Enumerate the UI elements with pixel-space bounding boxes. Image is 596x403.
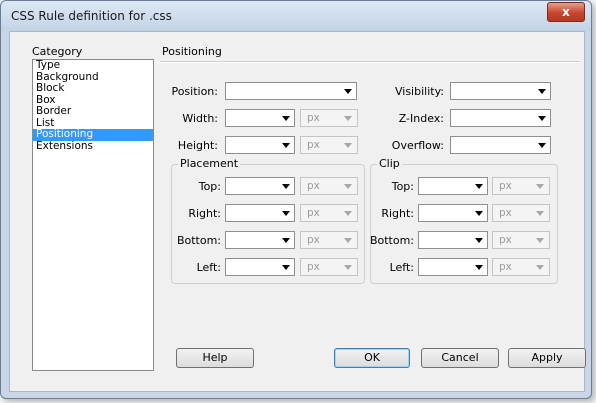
placement-bottom-unit: px (307, 234, 320, 246)
zindex-select[interactable] (450, 109, 551, 127)
width-label: Width: (182, 112, 218, 125)
placement-left-unit: px (307, 261, 320, 273)
placement-left-select[interactable] (225, 258, 295, 276)
category-item-extensions[interactable]: Extensions (33, 140, 153, 153)
clip-right-unit-select[interactable]: px (492, 204, 550, 222)
clip-bottom-unit: px (499, 234, 512, 246)
category-item-positioning[interactable]: Positioning (33, 128, 153, 141)
clip-left-unit: px (499, 261, 512, 273)
placement-bottom-select[interactable] (225, 231, 295, 249)
chevron-down-icon (282, 238, 290, 243)
placement-right-unit: px (307, 207, 320, 219)
chevron-down-icon (538, 143, 546, 148)
chevron-down-icon (344, 116, 352, 121)
chevron-down-icon (475, 211, 483, 216)
chevron-down-icon (282, 211, 290, 216)
chevron-down-icon (344, 89, 352, 94)
position-label: Position: (171, 85, 218, 98)
chevron-down-icon (536, 211, 544, 216)
chevron-down-icon (536, 238, 544, 243)
placement-top-unit: px (307, 180, 320, 192)
placement-top-label: Top: (198, 180, 221, 193)
clip-title: Clip (377, 157, 402, 170)
clip-left-select[interactable] (418, 258, 488, 276)
cancel-button[interactable]: Cancel (421, 348, 499, 368)
clip-right-select[interactable] (418, 204, 488, 222)
placement-right-select[interactable] (225, 204, 295, 222)
chevron-down-icon (536, 265, 544, 270)
clip-top-unit: px (499, 180, 512, 192)
dialog-window: CSS Rule definition for .css x Category … (0, 0, 592, 399)
chevron-down-icon (475, 265, 483, 270)
height-select[interactable] (225, 136, 295, 154)
close-button[interactable]: x (547, 2, 585, 22)
chevron-down-icon (282, 265, 290, 270)
apply-button[interactable]: Apply (508, 348, 586, 368)
category-list[interactable]: Type Background Block Box Border List Po… (32, 59, 154, 371)
chevron-down-icon (475, 184, 483, 189)
category-item-type[interactable]: Type (33, 59, 153, 72)
placement-left-label: Left: (196, 261, 221, 274)
placement-top-select[interactable] (225, 177, 295, 195)
overflow-label: Overflow: (391, 139, 444, 152)
height-label: Height: (177, 139, 218, 152)
help-button[interactable]: Help (176, 348, 254, 368)
section-divider (160, 61, 580, 63)
dialog-body: Category Type Background Block Box Borde… (9, 31, 586, 392)
chevron-down-icon (538, 89, 546, 94)
chevron-down-icon (282, 184, 290, 189)
clip-top-select[interactable] (418, 177, 488, 195)
section-title: Positioning (162, 45, 222, 58)
chevron-down-icon (344, 143, 352, 148)
chevron-down-icon (282, 143, 290, 148)
clip-left-label: Left: (389, 261, 414, 274)
height-unit-select[interactable]: px (300, 136, 358, 154)
ok-button[interactable]: OK (334, 348, 410, 368)
clip-bottom-label: Bottom: (369, 234, 414, 247)
clip-right-label: Right: (381, 207, 414, 220)
window-title: CSS Rule definition for .css (11, 9, 172, 23)
category-item-block[interactable]: Block (33, 82, 153, 95)
clip-right-unit: px (499, 207, 512, 219)
placement-bottom-label: Bottom: (176, 234, 221, 247)
chevron-down-icon (536, 184, 544, 189)
category-label: Category (32, 45, 83, 58)
width-select[interactable] (225, 109, 295, 127)
height-unit: px (307, 139, 320, 151)
clip-top-label: Top: (391, 180, 414, 193)
overflow-select[interactable] (450, 136, 551, 154)
zindex-label: Z-Index: (398, 112, 444, 125)
chevron-down-icon (282, 116, 290, 121)
clip-bottom-unit-select[interactable]: px (492, 231, 550, 249)
title-bar[interactable]: CSS Rule definition for .css x (1, 1, 591, 31)
chevron-down-icon (538, 116, 546, 121)
width-unit: px (307, 112, 320, 124)
clip-bottom-select[interactable] (418, 231, 488, 249)
placement-right-label: Right: (188, 207, 221, 220)
visibility-label: Visibility: (394, 85, 444, 98)
width-unit-select[interactable]: px (300, 109, 358, 127)
category-item-border[interactable]: Border (33, 105, 153, 118)
position-select[interactable] (225, 82, 357, 100)
close-icon: x (562, 5, 570, 19)
placement-title: Placement (178, 157, 241, 170)
visibility-select[interactable] (450, 82, 551, 100)
clip-top-unit-select[interactable]: px (492, 177, 550, 195)
clip-left-unit-select[interactable]: px (492, 258, 550, 276)
chevron-down-icon (475, 238, 483, 243)
